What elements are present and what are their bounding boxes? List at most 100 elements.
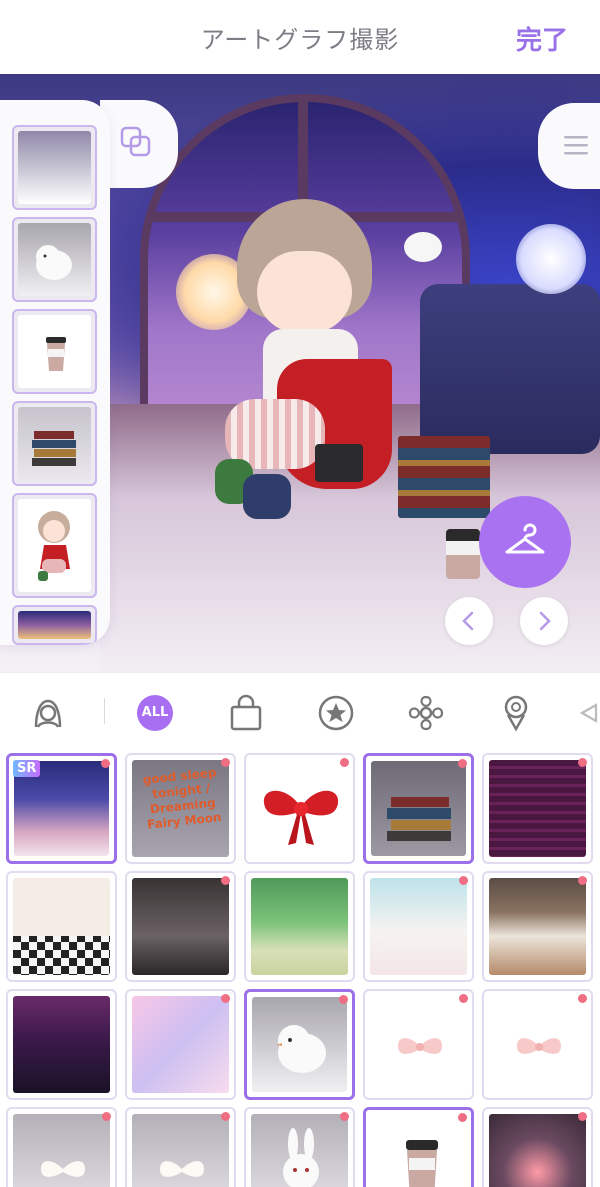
new-dot xyxy=(221,758,230,767)
thumb-book-stack[interactable] xyxy=(12,401,97,486)
new-dot xyxy=(340,1112,349,1121)
header: アートグラフ撮影 完了 xyxy=(0,0,600,74)
thumb-white-bird[interactable] xyxy=(12,217,97,302)
books-icon xyxy=(32,431,76,466)
grid-item-pink-bow-1[interactable] xyxy=(363,989,474,1100)
grid-item-bright-window-room[interactable] xyxy=(363,871,474,982)
character-bag xyxy=(315,444,363,482)
item-thumbnail xyxy=(132,878,229,975)
new-dot xyxy=(340,758,349,767)
chevron-left-icon xyxy=(462,611,474,631)
grid-item-red-bow[interactable] xyxy=(244,753,355,864)
grid-item-cafe-storefront[interactable] xyxy=(482,871,593,982)
thumb-background-gradient[interactable] xyxy=(12,125,97,210)
bird-icon xyxy=(36,245,72,280)
layer-toggle-tab[interactable] xyxy=(100,100,178,188)
grid-item-white-checker-hall[interactable] xyxy=(6,871,117,982)
room-icon xyxy=(18,611,91,639)
menu-icon xyxy=(564,136,588,155)
item-thumbnail xyxy=(489,878,586,975)
item-caption: good sleep tonight / Dreaming Fairy Moon xyxy=(142,765,223,832)
item-thumbnail xyxy=(489,1114,586,1187)
cup-icon xyxy=(46,337,66,371)
new-dot xyxy=(221,1112,230,1121)
new-dot xyxy=(339,995,348,1004)
item-thumbnail xyxy=(370,878,467,975)
hanger-icon xyxy=(505,523,545,554)
grid-item-pink-bow-2[interactable] xyxy=(482,989,593,1100)
grid-item-coffee-cup[interactable] xyxy=(363,1107,474,1187)
gradient-swatch xyxy=(18,131,91,204)
item-grid: SR good sleep tonight / Dreaming Fairy M… xyxy=(0,752,600,1187)
previous-button[interactable] xyxy=(445,597,493,645)
art-photo-screen: アートグラフ撮影 完了 ALL SR good sleep tonight / … xyxy=(0,0,600,1187)
character-face xyxy=(257,251,352,333)
books-icon xyxy=(387,797,451,841)
ribbon-icon[interactable] xyxy=(576,693,600,733)
grid-item-pastel-gradient[interactable] xyxy=(125,989,236,1100)
cup-thumb xyxy=(18,315,91,388)
thumb-coffee-cup[interactable] xyxy=(12,309,97,394)
bow-icon xyxy=(41,1161,85,1177)
grid-item-neon-purple-room[interactable] xyxy=(482,753,593,864)
bouquet-icon[interactable] xyxy=(496,693,536,733)
new-dot xyxy=(458,759,467,768)
placed-character[interactable] xyxy=(215,199,392,534)
character-sock xyxy=(243,474,291,519)
grid-item-white-bird[interactable] xyxy=(244,989,355,1100)
grid-item-dark-dresser-room[interactable] xyxy=(125,871,236,982)
new-dot xyxy=(459,876,468,885)
grid-item-white-bow-2[interactable] xyxy=(125,1107,236,1187)
thumb-character[interactable] xyxy=(12,493,97,598)
sofa xyxy=(420,284,600,454)
grid-item-white-bow-1[interactable] xyxy=(6,1107,117,1187)
next-button[interactable] xyxy=(520,597,568,645)
new-dot xyxy=(221,876,230,885)
item-thumbnail xyxy=(251,1114,348,1187)
grid-item-night-attic-room[interactable]: SR xyxy=(6,753,117,864)
done-button[interactable]: 完了 xyxy=(516,20,568,57)
avatar-icon[interactable] xyxy=(28,693,68,733)
books-thumb xyxy=(18,407,91,480)
glow-lamp xyxy=(516,224,586,294)
new-dot xyxy=(578,876,587,885)
grid-item-goodsleep-text[interactable]: good sleep tonight / Dreaming Fairy Moon xyxy=(125,753,236,864)
new-dot xyxy=(578,994,587,1003)
placed-books[interactable] xyxy=(398,436,490,518)
page-title: アートグラフ撮影 xyxy=(200,26,400,54)
grid-item-book-stack[interactable] xyxy=(363,753,474,864)
item-thumbnail xyxy=(371,761,466,856)
layer-thumbnail-panel[interactable] xyxy=(0,100,110,645)
category-bar: ALL xyxy=(0,672,600,752)
grid-item-night-city-window[interactable] xyxy=(6,989,117,1100)
character-thumb xyxy=(18,499,91,592)
item-thumbnail xyxy=(13,878,110,975)
red-bow-icon xyxy=(263,790,339,845)
item-thumbnail xyxy=(13,996,110,1093)
bow-icon xyxy=(160,1161,204,1177)
layers-icon xyxy=(120,126,151,157)
bag-icon[interactable] xyxy=(226,693,266,733)
grid-item-green-park[interactable] xyxy=(244,871,355,982)
placed-bird[interactable] xyxy=(404,232,442,262)
character-icon xyxy=(38,511,70,581)
star-icon[interactable] xyxy=(316,693,356,733)
new-dot xyxy=(578,758,587,767)
item-thumbnail xyxy=(13,1114,110,1187)
category-all-button[interactable]: ALL xyxy=(137,695,173,731)
new-dot xyxy=(459,994,468,1003)
thumb-room-background[interactable] xyxy=(12,605,97,645)
chevron-right-icon xyxy=(539,611,551,631)
flower-icon[interactable] xyxy=(406,693,446,733)
new-dot xyxy=(102,1112,111,1121)
outfit-change-button[interactable] xyxy=(479,496,571,588)
bow-icon xyxy=(517,1038,561,1054)
new-dot xyxy=(221,994,230,1003)
item-thumbnail xyxy=(251,878,348,975)
item-thumbnail xyxy=(132,1114,229,1187)
new-dot xyxy=(578,1112,587,1121)
menu-tab[interactable] xyxy=(538,103,600,189)
grid-item-white-rabbit[interactable] xyxy=(244,1107,355,1187)
placed-cup[interactable] xyxy=(446,529,480,579)
grid-item-candle-light[interactable] xyxy=(482,1107,593,1187)
